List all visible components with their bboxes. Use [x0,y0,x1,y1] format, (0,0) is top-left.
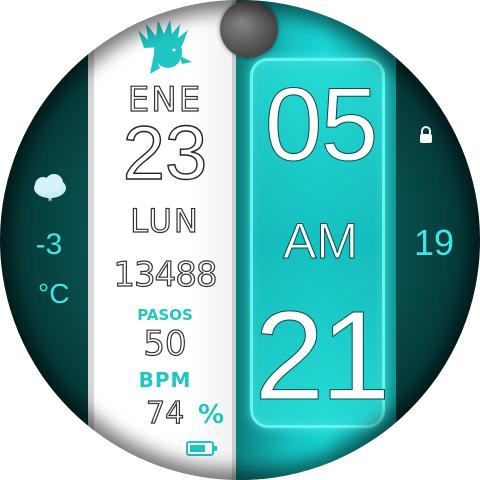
moon-phase-icon [220,0,278,58]
day-number: 23 [122,111,208,196]
weekday-label: LUN [130,201,200,240]
steps-label: PASOS [137,306,193,324]
battery-fill [190,445,205,452]
steps-value: 13488 [113,254,218,295]
chief-logo-icon [138,20,192,74]
battery-value: 74 [145,395,185,431]
time-display[interactable]: 05 AM 21 [250,58,391,428]
temperature-unit: °C [38,278,70,309]
cloud-snow-icon[interactable]: * [30,174,70,206]
ampm-label: AM [283,213,359,270]
minute-value: 21 [254,285,391,426]
temperature-value: -3 [35,228,63,261]
right-complication-value[interactable]: 19 [404,222,464,264]
watch-face: ENE 23 LUN 13488 PASOS 50 BPM 74 % 05 AM… [0,0,480,480]
svg-text:*: * [48,196,53,206]
heart-rate-label: BPM [138,368,192,392]
battery-unit: % [198,400,225,430]
lock-icon[interactable] [418,126,434,144]
battery-icon [186,441,217,456]
hour-value: 05 [264,67,379,184]
heart-rate-value: 50 [143,323,187,364]
